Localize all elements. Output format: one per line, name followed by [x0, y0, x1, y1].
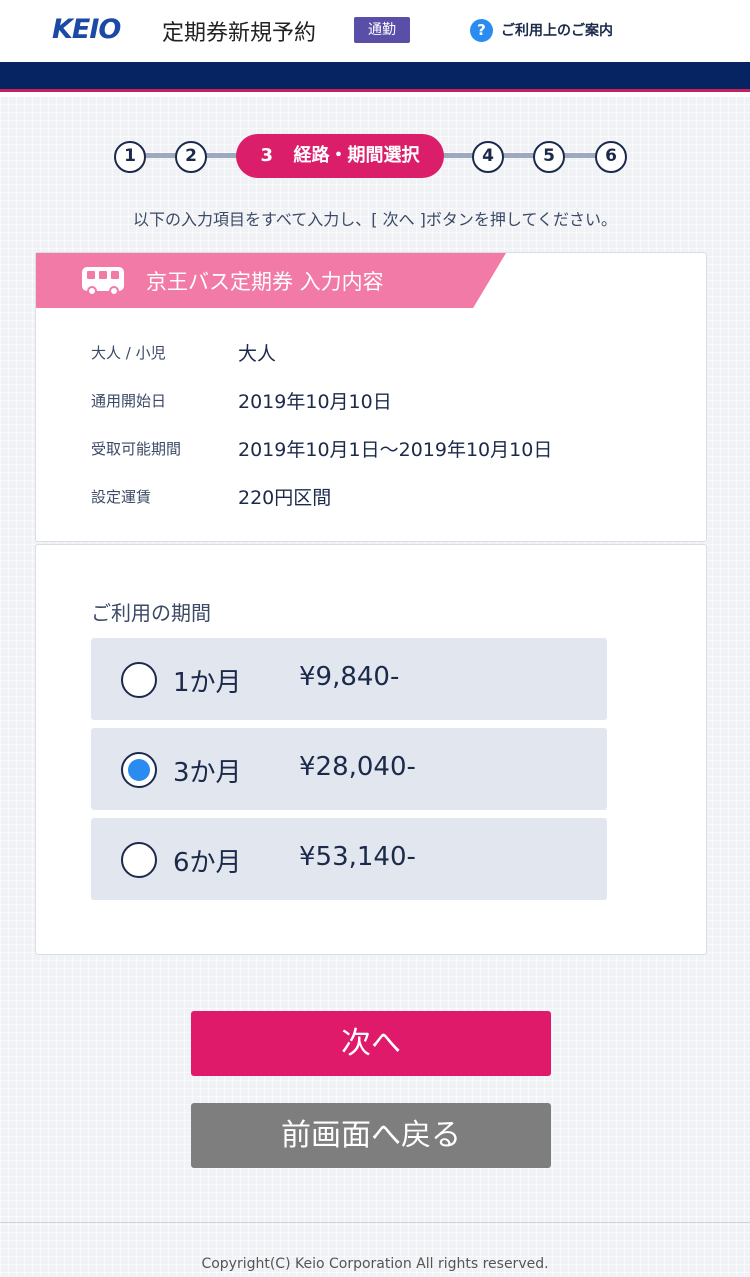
info-label: 設定運賃: [91, 488, 152, 506]
info-value: 2019年10月10日: [238, 391, 392, 413]
step-4: 4: [472, 141, 504, 173]
step-5: 5: [533, 141, 565, 173]
info-label: 大人 / 小児: [91, 344, 166, 362]
info-value: 220円区間: [238, 487, 332, 509]
step-3-active: 3 経路・期間選択: [236, 134, 444, 178]
info-value: 大人: [238, 343, 277, 365]
summary-title: 京王バス定期券 入力内容: [146, 270, 384, 294]
radio-button[interactable]: [121, 662, 157, 698]
summary-card: 京王バス定期券 入力内容 大人 / 小児 大人 通用開始日 2019年10月10日 …: [35, 252, 707, 542]
back-button[interactable]: 前画面へ戻る: [191, 1103, 551, 1168]
info-row-passenger: 大人 / 小児 大人: [91, 339, 276, 366]
period-option-1-month[interactable]: 1か月 ¥9,840-: [91, 638, 607, 720]
radio-button[interactable]: [121, 842, 157, 878]
instruction-text: 以下の入力項目をすべて入力し、[ 次へ ]ボタンを押してください。: [133, 210, 617, 229]
keio-logo[interactable]: KEIO: [52, 14, 121, 45]
nav-stripe: [0, 89, 750, 97]
nav-bar: [0, 62, 750, 89]
info-label: 受取可能期間: [91, 440, 182, 458]
step-active-label: 経路・期間選択: [293, 145, 420, 166]
period-card: ご利用の期間 1か月 ¥9,840- 3か月 ¥28,040- 6か月 ¥53,…: [35, 544, 707, 955]
info-value: 2019年10月1日～2019年10月10日: [238, 439, 553, 461]
header: KEIO 定期券新規予約 通勤 ? ご利用上のご案内: [0, 0, 750, 62]
commute-badge: 通勤: [354, 17, 410, 43]
period-option-3-months[interactable]: 3か月 ¥28,040-: [91, 728, 607, 810]
summary-title-bar: 京王バス定期券 入力内容: [36, 253, 506, 308]
question-icon: ?: [470, 18, 493, 42]
option-price: ¥53,140-: [299, 842, 416, 872]
period-heading: ご利用の期間: [91, 601, 211, 625]
option-price: ¥28,040-: [299, 752, 416, 782]
radio-button-selected[interactable]: [121, 752, 157, 788]
option-months: 6か月: [173, 848, 242, 878]
option-months: 1か月: [173, 668, 242, 698]
copyright-text: Copyright(C) Keio Corporation All rights…: [201, 1256, 549, 1272]
info-label: 通用開始日: [91, 392, 167, 410]
bus-icon: [82, 267, 124, 296]
step-2: 2: [175, 141, 207, 173]
info-row-start-date: 通用開始日 2019年10月10日: [91, 387, 392, 414]
help-label: ご利用上のご案内: [501, 23, 613, 39]
period-option-6-months[interactable]: 6か月 ¥53,140-: [91, 818, 607, 900]
page-title: 定期券新規予約: [162, 21, 317, 46]
info-row-pickup-period: 受取可能期間 2019年10月1日～2019年10月10日: [91, 435, 552, 462]
info-row-fare: 設定運賃 220円区間: [91, 483, 331, 510]
option-months: 3か月: [173, 758, 242, 788]
step-active-number: 3: [260, 145, 273, 166]
step-6: 6: [595, 141, 627, 173]
footer-divider: [0, 1222, 750, 1223]
option-price: ¥9,840-: [299, 662, 400, 692]
step-progress: 1 2 3 経路・期間選択 4 5 6: [0, 130, 750, 182]
next-button[interactable]: 次へ: [191, 1011, 551, 1076]
help-link[interactable]: ? ご利用上のご案内: [470, 18, 613, 42]
step-1: 1: [114, 141, 146, 173]
